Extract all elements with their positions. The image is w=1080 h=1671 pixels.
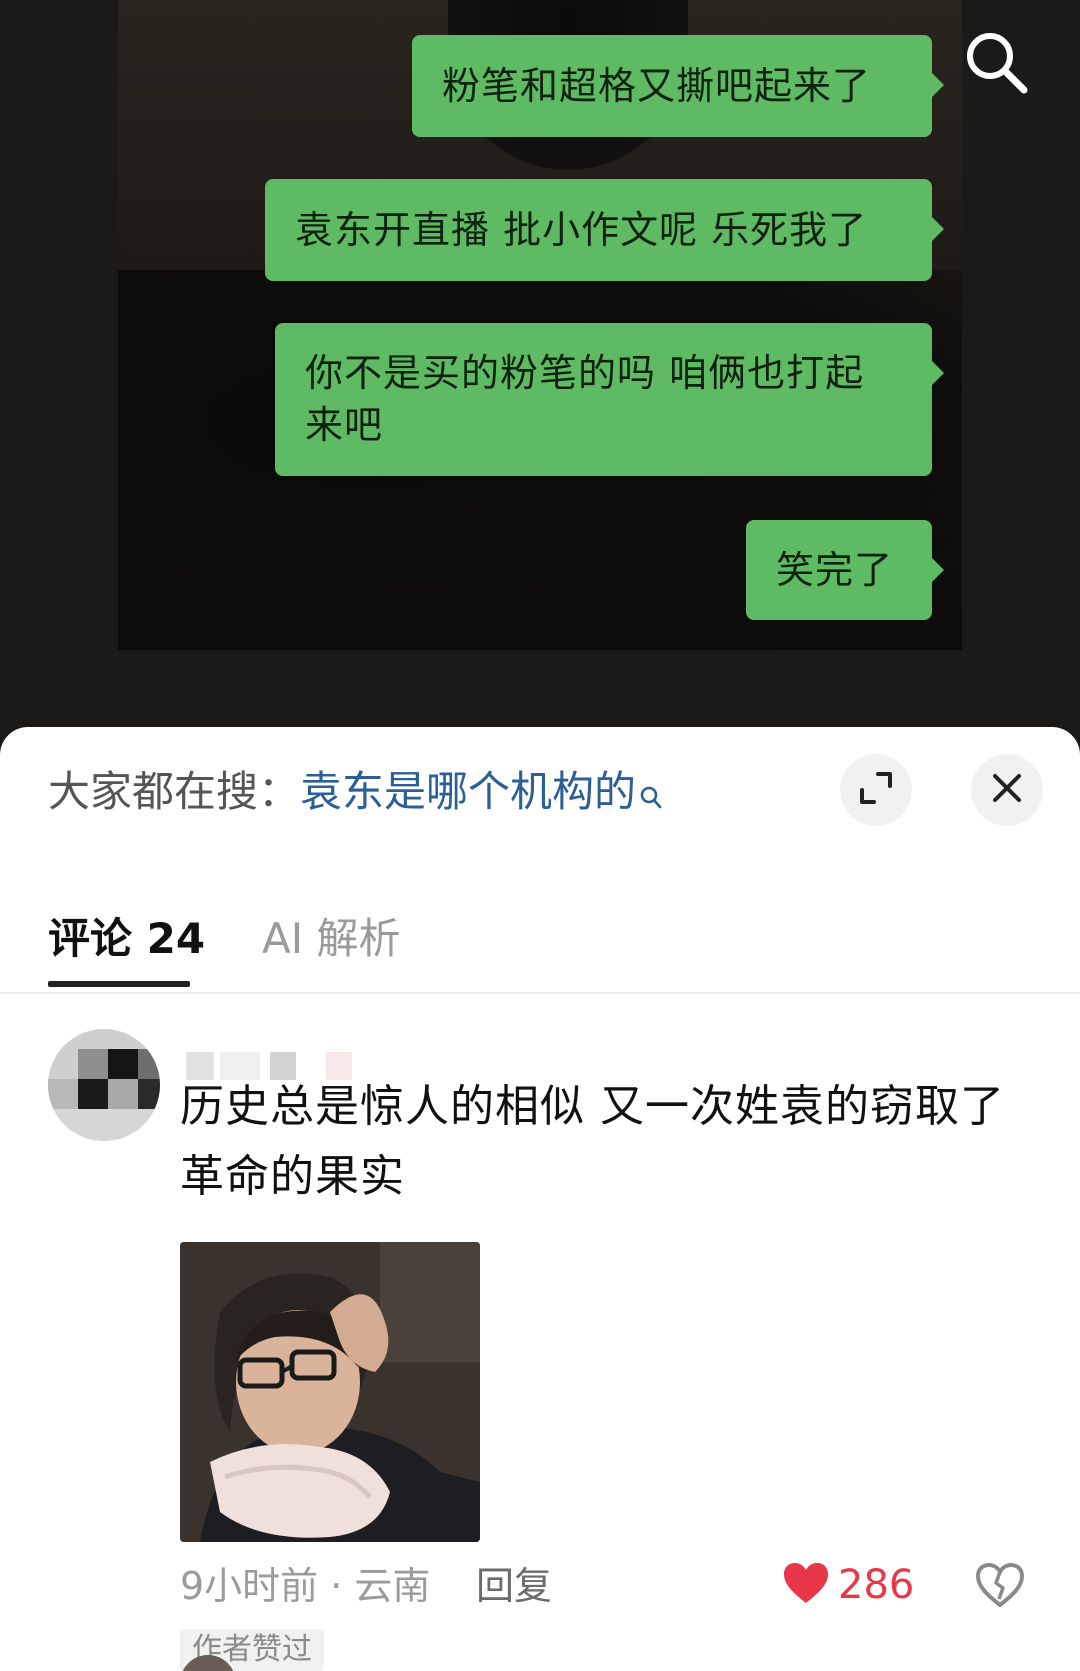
- active-tab-indicator: [48, 981, 190, 987]
- comment-panel: 大家都在搜：袁东是哪个机构的 评论 24 AI 解析 历史总是惊人的相似 又一次…: [0, 727, 1080, 1671]
- broken-heart-icon: [974, 1563, 1026, 1615]
- hot-search-bar: 大家都在搜：袁东是哪个机构的: [48, 762, 662, 822]
- chat-bubble-4: 笑完了: [746, 520, 944, 620]
- comment-text: 历史总是惊人的相似 又一次姓袁的窃取了革命的果实: [180, 1081, 1005, 1202]
- chat-bubble-1: 粉笔和超格又撕吧起来了: [412, 35, 944, 137]
- tab-comments[interactable]: 评论 24: [48, 912, 205, 966]
- tab-ai-analysis[interactable]: AI 解析: [262, 912, 400, 966]
- close-icon: [991, 772, 1023, 808]
- hot-search-label: 大家都在搜：: [48, 767, 301, 816]
- like-count: 286: [838, 1562, 915, 1608]
- comment-item: 历史总是惊人的相似 又一次姓袁的窃取了革命的果实 9小时前 · 云南 回复 28…: [0, 992, 1080, 1671]
- avatar[interactable]: [48, 1029, 160, 1141]
- expand-button[interactable]: [840, 754, 912, 826]
- video-area: 粉笔和超格又撕吧起来了 袁东开直播 批小作文呢 乐死我了 你不是买的粉笔的吗 咱…: [0, 0, 1080, 740]
- comment-time-location: 9小时前 · 云南: [180, 1564, 431, 1608]
- comment-image[interactable]: [180, 1242, 480, 1542]
- like-button[interactable]: 286: [782, 1557, 914, 1613]
- search-icon: [640, 766, 662, 809]
- search-icon[interactable]: [962, 28, 1032, 98]
- tab-bar: 评论 24 AI 解析: [0, 872, 1080, 994]
- reply-button[interactable]: 回复: [476, 1562, 552, 1610]
- hot-search-query[interactable]: 袁东是哪个机构的: [300, 767, 636, 816]
- chat-bubble-3: 你不是买的粉笔的吗 咱俩也打起来吧: [275, 323, 944, 476]
- expand-icon: [858, 770, 894, 810]
- chat-bubble-2: 袁东开直播 批小作文呢 乐死我了: [265, 179, 944, 281]
- close-button[interactable]: [971, 754, 1043, 826]
- dislike-button[interactable]: [974, 1559, 1026, 1611]
- heart-icon: [782, 1561, 830, 1609]
